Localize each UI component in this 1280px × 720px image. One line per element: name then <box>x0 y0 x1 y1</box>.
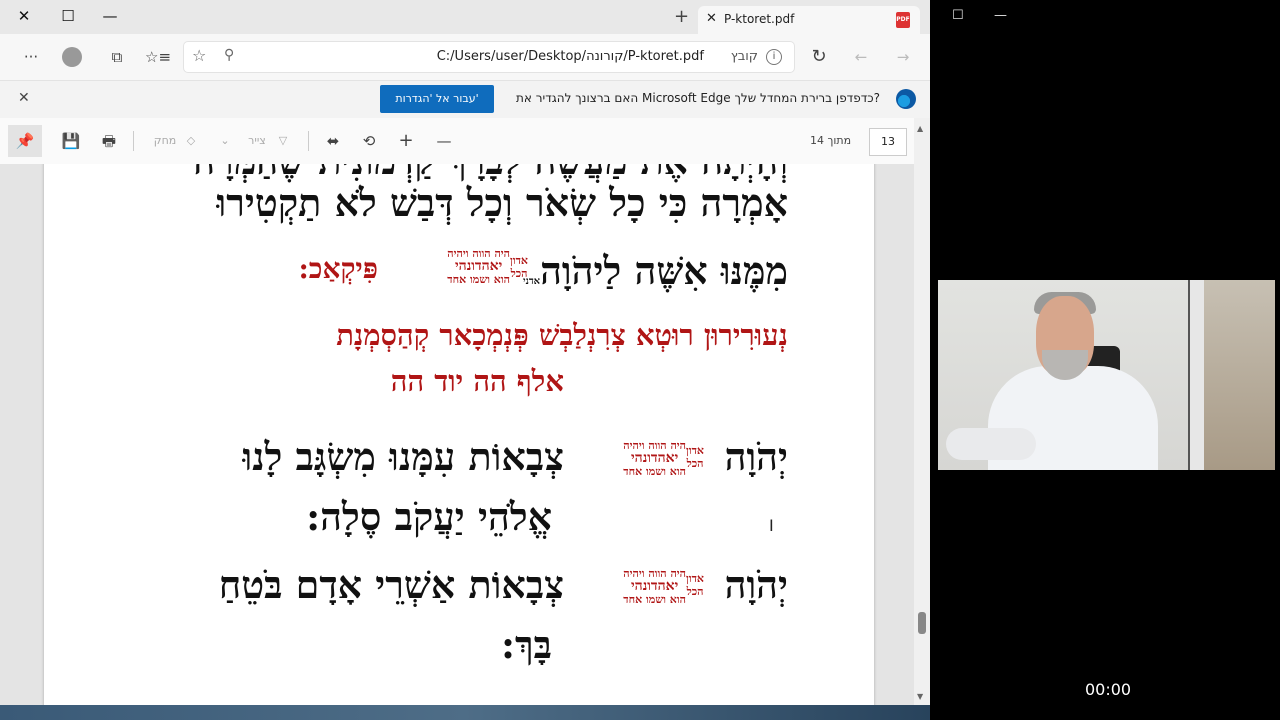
names-left-bot: הכל <box>510 267 528 280</box>
names-left-bot-3: הכל <box>686 585 704 598</box>
scheme-label: קובץ <box>730 49 758 64</box>
favorites-icon[interactable]: ☆≡ <box>145 46 171 68</box>
scroll-down-icon[interactable]: ▼ <box>917 692 923 701</box>
names-bot-3: הוא ושמו אחד <box>623 593 686 606</box>
names-left-2: אדון הכל <box>686 444 704 470</box>
names-mid-3: יאהדונהי <box>630 578 679 594</box>
pdf-file-icon: PDF <box>896 12 910 28</box>
new-tab-button[interactable]: + <box>674 8 689 26</box>
add-favorite-icon[interactable]: ☆ <box>192 46 206 65</box>
verse-1-name: יְהֹוָה <box>724 434 788 479</box>
names-bot-2: הוא ושמו אחד <box>623 465 686 478</box>
tab-close-icon[interactable]: ✕ <box>706 11 717 26</box>
default-browser-infobar: ✕ עבור אל 'הגדרות' האם ברצונך להגדיר את … <box>0 80 930 120</box>
pdf-viewport[interactable]: וְהָיְתָה אֶת מַעֲשֶׂה לְבָרָךְ קַדְמוֹנ… <box>0 164 914 705</box>
fit-width-icon[interactable]: ⬌ <box>322 131 344 151</box>
window-maximize-button[interactable]: ☐ <box>48 4 88 28</box>
settings-more-icon[interactable]: ··· <box>18 46 44 68</box>
names-left-top: אדון <box>510 254 528 267</box>
refresh-icon[interactable]: ↻ <box>806 46 832 68</box>
page-total: מתוך 14 <box>810 134 852 147</box>
draw-icon[interactable]: ▽ <box>272 131 294 151</box>
names-left-3: אדון הכל <box>686 572 704 598</box>
names-bot: הוא ושמו אחד <box>447 273 510 286</box>
names-left-top-2: אדון <box>686 444 704 457</box>
scroll-up-icon[interactable]: ▲ <box>917 124 923 133</box>
overlay-restore-button[interactable]: ☐ <box>952 8 964 23</box>
verse-2-line-1: צְבָאוֹת אַשְׁרֵי אָדָם בֹּטֵחַ <box>218 562 564 607</box>
infobar-close-icon[interactable]: ✕ <box>18 90 30 106</box>
pdf-toolbar: 📌 💾 🖶 מחק ◇ ⌄ צייר ▽ ⬌ ⟲ + — מתוך 14 13 <box>0 118 930 165</box>
names-left-1: אדון הכל <box>510 254 528 280</box>
chevron-down-icon[interactable]: ⌄ <box>214 131 236 151</box>
names-left-bot-2: הכל <box>686 457 704 470</box>
back-icon[interactable]: ← <box>848 46 874 68</box>
names-left-top-3: אדון <box>686 572 704 585</box>
edge-logo-icon <box>896 89 916 109</box>
tab-title: P-ktoret.pdf <box>724 12 795 26</box>
page-number-input[interactable]: 13 <box>869 128 907 156</box>
names-block-1: היה הווה ויהיה יאהדונהי הוא ושמו אחד <box>447 248 510 285</box>
doc-line-2: מִמֶּנּוּ אִשֶּׁה לַיהֹוָהאדני <box>523 248 788 294</box>
pin-toolbar-icon[interactable]: 📌 <box>8 125 42 157</box>
erase-label[interactable]: מחק <box>150 131 180 151</box>
window-minimize-button[interactable]: — <box>90 4 130 28</box>
zoom-out-icon[interactable]: — <box>433 131 455 151</box>
forward-icon[interactable]: → <box>890 46 916 68</box>
verse-1-line-2: אֱלֹהֵי יַעֲקֹב סֶלָה: <box>306 494 552 539</box>
verse-1-line-1: צְבָאוֹת עִמָּנוּ מִשְׂגָּב לָנוּ <box>242 434 564 479</box>
text-cursor-icon: I <box>769 516 774 535</box>
desktop-taskbar-strip <box>0 705 930 720</box>
tab-pdf[interactable]: ✕ P-ktoret.pdf PDF <box>698 6 920 34</box>
webcam-video <box>938 280 1275 470</box>
doc-line-2-end: פִּיקְאַכ: <box>298 252 378 285</box>
address-bar-row: ··· ⧉ ☆≡ ☆ ⚲ C:/Users/user/Desktop/קורונ… <box>0 34 930 80</box>
edge-window: ✕ ☐ — + ✕ P-ktoret.pdf PDF ··· ⧉ ☆≡ ☆ ⚲ … <box>0 0 930 705</box>
overlay-window-bar: ☐ — <box>930 0 1280 34</box>
address-url: C:/Users/user/Desktop/קורונה/P-ktoret.pd… <box>436 49 704 64</box>
scroll-thumb[interactable] <box>918 612 926 634</box>
names-mid: יאהדונהי <box>454 258 503 274</box>
names-block-3: היה הווה ויהיה יאהדונהי הוא ושמו אחד <box>623 568 686 605</box>
address-input[interactable]: ☆ ⚲ C:/Users/user/Desktop/קורונה/P-ktore… <box>184 42 794 72</box>
red-line-2: אלף הה יוד הה <box>390 364 564 398</box>
pdf-page: וְהָיְתָה אֶת מַעֲשֶׂה לְבָרָךְ קַדְמוֹנ… <box>44 164 874 705</box>
save-icon[interactable]: 💾 <box>60 131 82 151</box>
verse-2-line-2: בָּךְ: <box>500 622 552 667</box>
search-key-icon[interactable]: ⚲ <box>224 47 234 63</box>
vertical-scrollbar[interactable]: ▲ ▼ <box>914 118 930 705</box>
tab-strip: ✕ ☐ — + ✕ P-ktoret.pdf PDF <box>0 0 930 34</box>
rotate-icon[interactable]: ⟲ <box>358 131 380 151</box>
overlay-minimize-button[interactable]: — <box>994 8 1007 23</box>
eraser-icon[interactable]: ◇ <box>180 131 202 151</box>
collections-icon[interactable]: ⧉ <box>104 46 130 68</box>
profile-avatar[interactable] <box>62 47 82 67</box>
names-mid-2: יאהדונהי <box>630 450 679 466</box>
red-line-1: נְעוּרִירוּן רוּטְא צְרִנְלַבְשׁ פְּנְמְ… <box>336 318 788 352</box>
verse-2-name: יְהֹוָה <box>724 562 788 607</box>
info-icon[interactable]: i <box>766 49 782 65</box>
video-timecode: 00:00 <box>1085 680 1132 699</box>
infobar-message: האם ברצונך להגדיר את Microsoft Edge כדפד… <box>516 91 880 105</box>
names-block-2: היה הווה ויהיה יאהדונהי הוא ושמו אחד <box>623 440 686 477</box>
draw-label[interactable]: צייר <box>244 131 270 151</box>
window-close-button[interactable]: ✕ <box>4 4 44 28</box>
go-to-settings-button[interactable]: עבור אל 'הגדרות' <box>380 85 494 113</box>
doc-line-2-main: מִמֶּנּוּ אִשֶּׁה לַיהֹוָה <box>540 248 788 293</box>
doc-line-1: אָמְרָה כִּי כָל שְׂאֹר וְכָל דְּבַשׁ לֹ… <box>216 180 788 225</box>
zoom-in-icon[interactable]: + <box>395 131 417 151</box>
print-icon[interactable]: 🖶 <box>98 131 120 151</box>
